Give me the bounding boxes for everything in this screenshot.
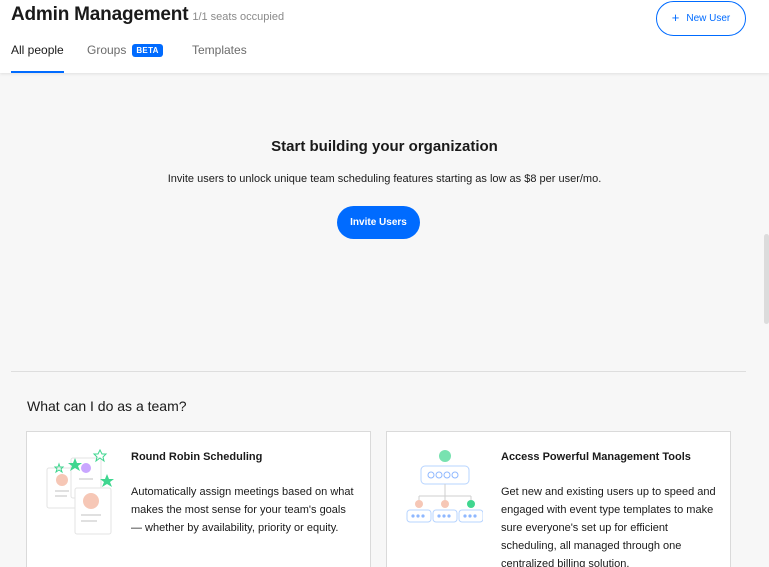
tab-templates-label: Templates: [192, 43, 247, 57]
tab-templates[interactable]: Templates: [192, 40, 247, 73]
round-robin-card: Round Robin Scheduling Automatically ass…: [26, 431, 371, 567]
management-tree-illustration-icon: [405, 446, 484, 538]
page-title: Admin Management: [11, 4, 189, 25]
invite-users-button[interactable]: Invite Users: [337, 206, 420, 239]
empty-state: Start building your organization Invite …: [0, 73, 769, 371]
seats-count: 1/1 seats occupied: [192, 11, 285, 23]
round-robin-description: Automatically assign meetings based on w…: [131, 486, 354, 534]
new-user-button[interactable]: + New User: [656, 1, 746, 36]
round-robin-illustration-icon: [45, 446, 123, 538]
tab-groups-label: Groups: [87, 43, 127, 57]
empty-state-subtext: Invite users to unlock unique team sched…: [167, 173, 602, 185]
tab-all-people[interactable]: All people: [11, 40, 64, 73]
plus-icon: +: [671, 10, 680, 25]
management-tools-description: Get new and existing users up to speed a…: [501, 486, 716, 567]
title-row: Admin Management 1/1 seats occupied: [11, 4, 284, 26]
round-robin-title: Round Robin Scheduling: [131, 451, 263, 463]
top-bar: Admin Management 1/1 seats occupied + Ne…: [0, 0, 769, 73]
new-user-label: New User: [686, 13, 731, 24]
management-tools-card: Access Powerful Management Tools Get new…: [386, 431, 731, 567]
management-tools-title: Access Powerful Management Tools: [501, 451, 691, 463]
empty-state-heading: Start building your organization: [271, 138, 498, 155]
scrollbar[interactable]: [764, 234, 769, 324]
team-section-heading: What can I do as a team?: [27, 398, 187, 414]
tab-bar: All people Groups BETA Templates: [0, 40, 769, 73]
beta-badge: BETA: [132, 44, 163, 57]
tab-groups[interactable]: Groups BETA: [87, 40, 163, 73]
section-divider: [11, 371, 746, 372]
tab-all-people-label: All people: [11, 43, 64, 57]
